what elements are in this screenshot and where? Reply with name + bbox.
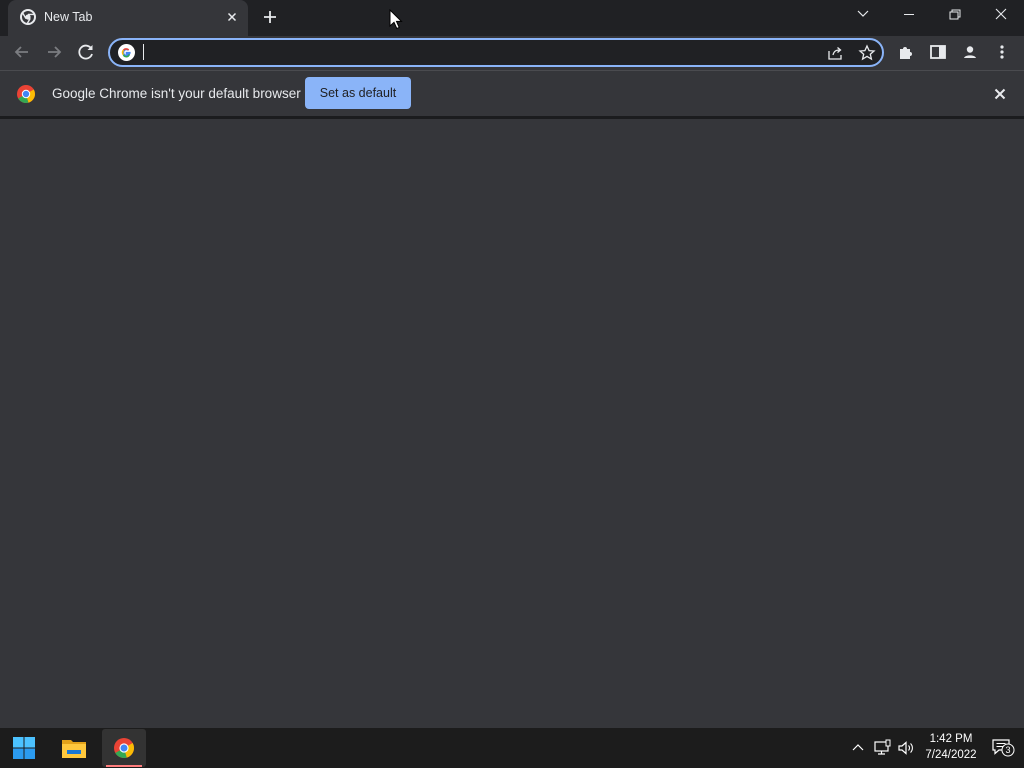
minimize-button[interactable]	[886, 0, 932, 30]
page-content	[0, 119, 1024, 728]
restore-button[interactable]	[932, 0, 978, 30]
tab-new-tab[interactable]: New Tab	[8, 0, 248, 36]
chrome-icon	[16, 84, 36, 104]
tab-title: New Tab	[44, 10, 93, 24]
active-app-indicator	[106, 765, 142, 767]
clock-time: 1:42 PM	[929, 733, 973, 745]
tab-search-button[interactable]	[840, 0, 886, 30]
infobar-message: Google Chrome isn't your default browser	[52, 86, 301, 101]
back-button[interactable]	[8, 38, 36, 66]
chrome-taskbar-button[interactable]	[102, 729, 146, 767]
forward-button[interactable]	[40, 38, 68, 66]
google-g-icon[interactable]	[118, 44, 135, 61]
close-icon[interactable]	[990, 84, 1010, 104]
address-bar[interactable]	[108, 38, 884, 67]
puzzle-icon[interactable]	[894, 40, 918, 64]
toolbar	[0, 36, 1024, 70]
reload-button[interactable]	[72, 38, 100, 66]
star-icon[interactable]	[856, 43, 878, 63]
start-icon[interactable]	[6, 730, 42, 766]
chrome-icon	[113, 737, 135, 759]
kebab-menu-icon[interactable]	[990, 40, 1014, 64]
chrome-icon	[20, 9, 36, 25]
side-panel-icon[interactable]	[926, 40, 950, 64]
address-input[interactable]	[148, 42, 808, 63]
close-icon[interactable]	[224, 9, 240, 25]
volume-icon[interactable]	[896, 738, 916, 758]
notification-center-button[interactable]: 3	[990, 737, 1016, 759]
close-window-button[interactable]	[978, 0, 1024, 30]
file-explorer-icon[interactable]	[56, 730, 92, 766]
taskbar: 1:42 PM 7/24/2022 3	[0, 728, 1024, 768]
set-as-default-button[interactable]: Set as default	[305, 77, 411, 109]
share-icon[interactable]	[824, 43, 846, 63]
new-tab-button[interactable]	[258, 5, 282, 29]
system-clock[interactable]: 1:42 PM 7/24/2022	[920, 731, 982, 765]
chevron-up-icon[interactable]	[848, 738, 868, 758]
default-browser-infobar: Google Chrome isn't your default browser…	[0, 70, 1024, 116]
network-icon[interactable]	[872, 738, 892, 758]
text-caret	[143, 44, 144, 60]
clock-date: 7/24/2022	[925, 749, 977, 761]
notification-count-badge: 3	[1005, 745, 1011, 755]
mouse-cursor-icon	[389, 9, 403, 31]
title-bar: New Tab	[0, 0, 1024, 36]
person-icon[interactable]	[958, 40, 982, 64]
